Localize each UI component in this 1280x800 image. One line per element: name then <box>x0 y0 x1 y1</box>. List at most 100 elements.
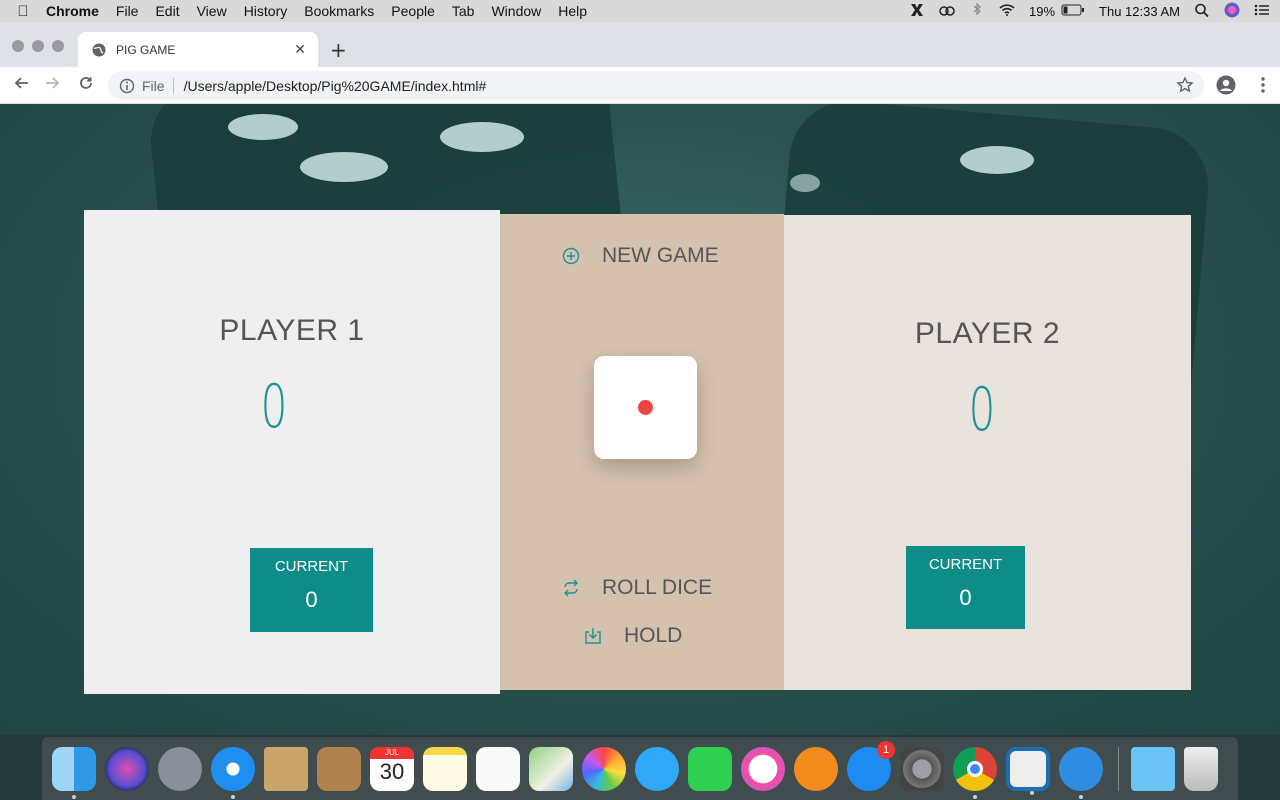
player-1-current-label: CURRENT <box>274 558 349 575</box>
dice <box>594 356 697 459</box>
dock-separator <box>1118 746 1119 791</box>
address-bar[interactable]: File /Users/apple/Desktop/Pig%20GAME/ind… <box>108 71 1204 100</box>
player-1-name: PLAYER 1 <box>219 314 365 347</box>
globe-icon <box>92 43 106 56</box>
itunes-icon[interactable] <box>741 746 785 791</box>
menu-window[interactable]: Window <box>491 3 541 19</box>
running-indicator <box>1079 794 1083 799</box>
parallels-icon[interactable] <box>1006 746 1050 795</box>
chrome-center <box>967 760 983 777</box>
player-2-current-box: CURRENT 0 <box>906 546 1025 629</box>
apple-menu-icon[interactable]:  <box>0 3 46 20</box>
back-arrow-icon[interactable] <box>10 75 32 97</box>
running-indicator <box>231 794 235 799</box>
maps-icon[interactable] <box>529 746 573 791</box>
hold-button[interactable]: HOLD <box>584 624 682 648</box>
calendar-icon[interactable]: JUL 30 <box>370 746 414 791</box>
siri-icon[interactable] <box>1224 2 1240 21</box>
contacts-icon[interactable] <box>317 746 361 791</box>
download-box-icon <box>585 628 601 644</box>
trash-icon[interactable] <box>1184 746 1218 791</box>
calendar-day: 30 <box>379 758 405 784</box>
menu-history[interactable]: History <box>244 3 288 19</box>
chrome-icon[interactable] <box>953 746 997 799</box>
bookmark-star-icon[interactable] <box>1176 76 1194 94</box>
browser-toolbar: File /Users/apple/Desktop/Pig%20GAME/ind… <box>0 67 1280 104</box>
menu-help[interactable]: Help <box>558 3 587 19</box>
window-controls <box>12 40 72 52</box>
menu-edit[interactable]: Edit <box>155 3 179 19</box>
menu-view[interactable]: View <box>197 3 227 19</box>
background-pip <box>300 152 388 182</box>
more-menu-icon[interactable] <box>1260 75 1266 95</box>
roll-dice-button[interactable]: ROLL DICE <box>562 576 712 600</box>
player-2-name: PLAYER 2 <box>914 317 1061 350</box>
finder-icon[interactable] <box>52 746 96 799</box>
minimize-window-button[interactable] <box>32 40 44 52</box>
player-2-panel: PLAYER 2 0 CURRENT 0 <box>784 215 1191 690</box>
safari-icon[interactable] <box>211 746 255 799</box>
repeat-icon <box>564 579 578 597</box>
player-1-current-box: CURRENT 0 <box>250 548 373 632</box>
facetime-icon[interactable] <box>688 746 732 791</box>
wifi-icon[interactable] <box>999 3 1015 20</box>
menu-bookmarks[interactable]: Bookmarks <box>304 3 374 19</box>
background-pip <box>790 174 820 192</box>
system-preferences-icon[interactable] <box>900 746 944 791</box>
status-app-icon[interactable] <box>909 3 925 20</box>
roll-dice-label: ROLL DICE <box>602 576 713 599</box>
dice-pip <box>638 400 653 415</box>
spotlight-search-icon[interactable] <box>1194 3 1210 20</box>
hold-label: HOLD <box>624 624 683 647</box>
game-page: PLAYER 1 0 CURRENT 0 NEW GAME ROLL DICE … <box>0 104 1280 735</box>
background-pip <box>960 146 1034 174</box>
new-tab-button[interactable]: + <box>330 38 347 62</box>
url-scheme-label: File <box>142 77 174 94</box>
running-indicator <box>973 794 977 799</box>
zoom-window-button[interactable] <box>52 40 64 52</box>
plus-circle-icon <box>562 247 580 265</box>
profile-avatar-icon[interactable] <box>1216 75 1236 95</box>
wunderlist-icon[interactable] <box>1059 746 1103 799</box>
menu-people[interactable]: People <box>391 3 435 19</box>
downloads-folder-icon[interactable] <box>1131 746 1175 791</box>
reminders-icon[interactable] <box>476 746 520 791</box>
new-game-label: NEW GAME <box>602 244 719 267</box>
menu-app-name[interactable]: Chrome <box>46 3 99 19</box>
creative-cloud-icon[interactable] <box>939 3 955 20</box>
launchpad-icon[interactable] <box>158 746 202 791</box>
calendar-month: JUL <box>370 746 414 759</box>
controls-panel: NEW GAME ROLL DICE HOLD <box>500 214 784 690</box>
player-2-current-value: 0 <box>959 585 972 610</box>
clock[interactable]: Thu 12:33 AM <box>1099 4 1180 19</box>
notes-icon[interactable] <box>423 746 467 791</box>
ibooks-icon[interactable] <box>794 746 838 791</box>
close-window-button[interactable] <box>12 40 24 52</box>
forward-arrow-icon[interactable] <box>42 75 64 97</box>
close-tab-icon[interactable]: ✕ <box>294 41 306 58</box>
reload-icon[interactable] <box>75 75 97 97</box>
app-store-icon[interactable]: 1 <box>847 740 895 791</box>
battery-icon[interactable] <box>1061 4 1085 19</box>
menu-bar:  Chrome File Edit View History Bookmark… <box>0 0 1280 22</box>
dock-area: JUL 30 1 <box>0 735 1280 800</box>
player-2-score: 0 <box>968 375 996 445</box>
messages-icon[interactable] <box>635 746 679 791</box>
mail-icon[interactable] <box>264 746 308 791</box>
menu-file[interactable]: File <box>116 3 139 19</box>
browser-tab[interactable]: PIG GAME ✕ <box>78 32 318 67</box>
battery-percent: 19% <box>1029 3 1056 19</box>
url-text[interactable]: /Users/apple/Desktop/Pig%20GAME/index.ht… <box>184 78 487 94</box>
info-icon[interactable] <box>118 77 136 95</box>
background-pip <box>440 122 524 152</box>
tab-title: PIG GAME <box>116 42 176 57</box>
new-game-button[interactable]: NEW GAME <box>562 244 719 268</box>
siri-app-icon[interactable] <box>105 746 149 791</box>
menu-tab[interactable]: Tab <box>452 3 475 19</box>
notification-center-icon[interactable] <box>1254 3 1270 20</box>
player-1-current-value: 0 <box>305 587 318 612</box>
photos-icon[interactable] <box>582 746 626 791</box>
running-indicator <box>1030 790 1034 795</box>
bluetooth-icon[interactable] <box>969 2 985 20</box>
player-1-score: 0 <box>260 372 288 442</box>
